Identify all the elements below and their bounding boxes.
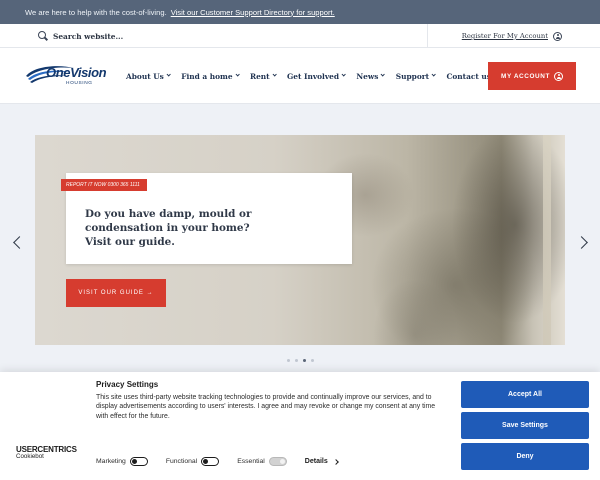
chevron-right-icon <box>332 458 339 465</box>
search-icon[interactable] <box>38 31 48 41</box>
banner-text: We are here to help with the cost-of-liv… <box>25 7 167 17</box>
nav-item-support[interactable]: Support <box>395 71 437 81</box>
nav-label: Find a home <box>181 71 233 81</box>
privacy-title: Privacy Settings <box>96 380 159 389</box>
toggle-marketing: Marketing <box>96 457 148 466</box>
nav-label: Rent <box>249 71 270 81</box>
save-settings-button[interactable]: Save Settings <box>461 412 589 439</box>
nav-item-find-a-home[interactable]: Find a home <box>181 71 240 81</box>
nav-item-contact-us[interactable]: Contact us <box>446 72 490 81</box>
nav-item-get-involved[interactable]: Get Involved <box>286 71 347 81</box>
toggle-label: Essential <box>237 458 265 465</box>
chevron-down-icon <box>431 72 437 78</box>
accept-all-button[interactable]: Accept All <box>461 381 589 408</box>
visit-guide-button[interactable]: VISIT OUR GUIDE → <box>66 279 166 307</box>
consent-toggles: Marketing Functional Essential Details <box>96 457 339 466</box>
carousel-dot[interactable] <box>311 359 314 362</box>
details-link[interactable]: Details <box>304 458 339 465</box>
privacy-text: This site uses third-party website track… <box>96 394 436 420</box>
deny-button[interactable]: Deny <box>461 443 589 470</box>
essential-switch <box>268 457 287 466</box>
nav-label: Get Involved <box>286 71 340 81</box>
primary-nav: About Us Find a home Rent Get Involved N… <box>126 48 502 104</box>
nav-item-about-us[interactable]: About Us <box>126 71 171 81</box>
hero-image-wall-edge <box>543 135 551 345</box>
chevron-down-icon <box>234 72 240 78</box>
toggle-functional: Functional <box>165 457 220 466</box>
my-account-label: MY ACCOUNT <box>501 72 550 80</box>
toggle-label: Functional <box>165 458 198 465</box>
marketing-switch[interactable] <box>129 457 148 466</box>
logo-wordmark: OneVision <box>46 65 107 80</box>
register-label[interactable]: Register For My Account <box>462 32 548 40</box>
chevron-down-icon <box>271 72 277 78</box>
my-account-button[interactable]: MY ACCOUNT <box>488 62 576 90</box>
nav-label: Contact us <box>446 71 491 81</box>
carousel-prev-icon[interactable] <box>13 236 26 249</box>
toggle-essential: Essential <box>237 457 287 466</box>
main-header: OneVision HOUSING About Us Find a home R… <box>0 48 600 104</box>
details-label: Details <box>304 458 328 465</box>
carousel-dot[interactable] <box>287 359 290 362</box>
chevron-down-icon <box>341 72 347 78</box>
site-search <box>25 24 428 48</box>
report-it-tag: REPORT IT NOW 0300 365 1111 <box>61 179 147 191</box>
privacy-settings-dialog: USERCENTRICS Cookiebot Privacy Settings … <box>0 372 600 480</box>
carousel-next-icon[interactable] <box>575 236 588 249</box>
hero-title: Do you have damp, mould or condensation … <box>85 208 252 249</box>
nav-label: About Us <box>126 71 164 81</box>
user-icon <box>553 71 563 81</box>
nav-item-news[interactable]: News <box>356 71 386 81</box>
register-account-link[interactable]: Register For My Account <box>462 24 562 48</box>
chevron-down-icon <box>166 72 171 78</box>
cost-of-living-banner: We are here to help with the cost-of-liv… <box>0 0 600 24</box>
logo-subtitle: HOUSING <box>66 81 93 86</box>
nav-label: Support <box>395 71 430 81</box>
onevision-logo[interactable]: OneVision HOUSING <box>24 62 107 90</box>
support-directory-link[interactable]: Visit our Customer Support Directory for… <box>171 8 335 17</box>
functional-switch[interactable] <box>201 457 220 466</box>
search-input[interactable] <box>53 31 253 41</box>
nav-label: News <box>356 71 379 81</box>
chevron-down-icon <box>380 72 386 78</box>
utility-bar: Register For My Account <box>0 24 600 48</box>
toggle-label: Marketing <box>96 458 126 465</box>
carousel-dots <box>287 359 314 362</box>
nav-item-rent[interactable]: Rent <box>249 71 277 81</box>
user-icon <box>553 31 562 41</box>
cookiebot-wordmark: Cookiebot <box>16 453 44 460</box>
carousel-dot-active[interactable] <box>303 359 306 362</box>
carousel-dot[interactable] <box>295 359 298 362</box>
usercentrics-logo: USERCENTRICS Cookiebot <box>16 445 77 460</box>
